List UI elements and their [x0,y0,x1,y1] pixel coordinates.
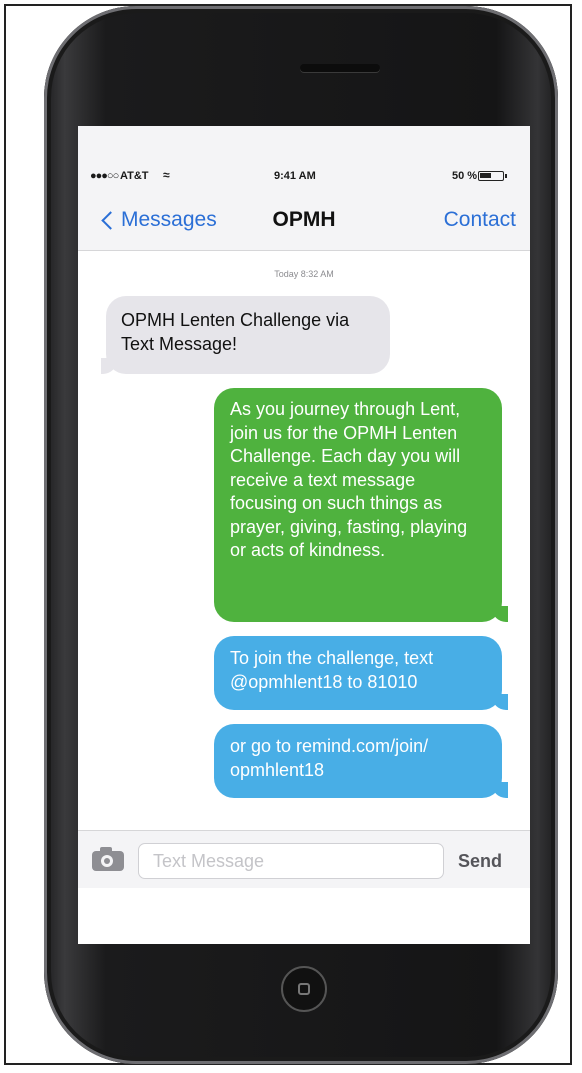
incoming-message-bubble: OPMH Lenten Challenge via Text Message! [101,296,390,374]
message-timestamp: Today 8:32 AM [274,269,334,279]
outgoing-message-bubble: or go to remind.com/join/ opmhlent18 [214,724,508,798]
battery-level [480,173,491,178]
outgoing-message-bubble: To join the challenge, text @opmhlent18 … [214,636,508,710]
carrier-name: AT&T [120,170,149,182]
home-button[interactable] [281,966,327,1012]
message-input[interactable] [138,843,444,879]
camera-icon[interactable] [92,851,124,871]
navigation-bar: ●●●○○ AT&T ≈ 9:41 AM 50 % Messages OPMH … [78,126,530,251]
home-square-icon [298,983,310,995]
signal-strength-icon: ●●●○○ [90,170,119,182]
contact-button[interactable]: Contact [444,208,516,232]
battery-percent: 50 % [452,170,478,182]
battery-tip [505,174,507,178]
phone-screen: ●●●○○ AT&T ≈ 9:41 AM 50 % Messages OPMH … [78,126,530,944]
battery-icon [478,171,504,181]
message-composer: Send [78,830,530,889]
wifi-icon: ≈ [163,168,170,182]
earpiece-speaker [300,64,380,72]
send-button[interactable]: Send [458,851,502,872]
outgoing-message-bubble: As you journey through Lent, join us for… [214,388,508,622]
keyboard-area [78,888,530,944]
status-time: 9:41 AM [274,170,316,182]
